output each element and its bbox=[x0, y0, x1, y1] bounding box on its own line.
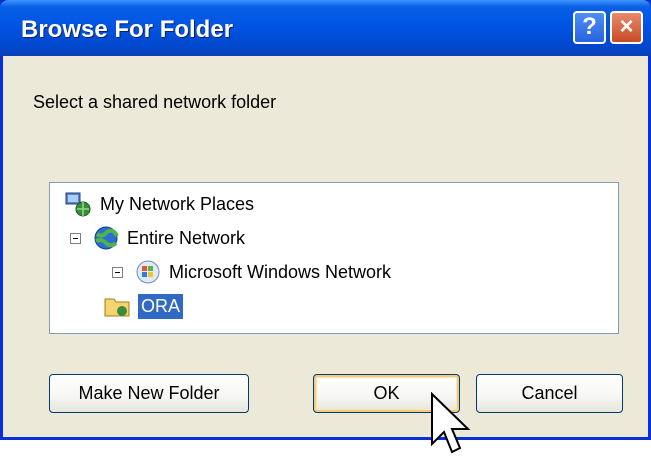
collapse-icon[interactable] bbox=[70, 232, 81, 244]
tree-item-ora[interactable]: ORA bbox=[102, 293, 184, 319]
workgroup-icon bbox=[104, 298, 130, 317]
window-title: Browse For Folder bbox=[21, 16, 234, 43]
mouse-cursor-icon bbox=[431, 392, 471, 454]
dialog-body: Select a shared network folder My Networ… bbox=[3, 56, 648, 437]
windows-network-icon bbox=[136, 260, 160, 284]
collapse-icon[interactable] bbox=[112, 266, 123, 278]
tree-item-label: Entire Network bbox=[127, 227, 246, 248]
tree-item-label-selected: ORA bbox=[138, 293, 184, 319]
browse-for-folder-window: Browse For Folder ? × Select a shared ne… bbox=[0, 0, 651, 440]
tree-item-label: Microsoft Windows Network bbox=[169, 261, 392, 282]
help-icon: ? bbox=[582, 13, 597, 40]
tree-item-my-network-places[interactable]: My Network Places bbox=[64, 191, 254, 217]
cancel-button[interactable]: Cancel bbox=[476, 374, 623, 413]
network-places-icon bbox=[65, 192, 91, 217]
folder-tree[interactable]: My Network Places Entire Network Microso… bbox=[49, 182, 619, 334]
tree-item-label: My Network Places bbox=[100, 193, 255, 214]
close-icon: × bbox=[619, 13, 634, 40]
title-bar[interactable]: Browse For Folder ? × bbox=[0, 0, 651, 56]
help-button[interactable]: ? bbox=[573, 11, 606, 44]
dialog-prompt: Select a shared network folder bbox=[33, 92, 277, 112]
globe-icon bbox=[94, 226, 119, 250]
tree-item-entire-network[interactable]: Entire Network bbox=[70, 225, 245, 251]
make-new-folder-button[interactable]: Make New Folder bbox=[49, 374, 249, 413]
close-button[interactable]: × bbox=[610, 11, 643, 44]
tree-item-microsoft-windows-network[interactable]: Microsoft Windows Network bbox=[112, 259, 391, 285]
